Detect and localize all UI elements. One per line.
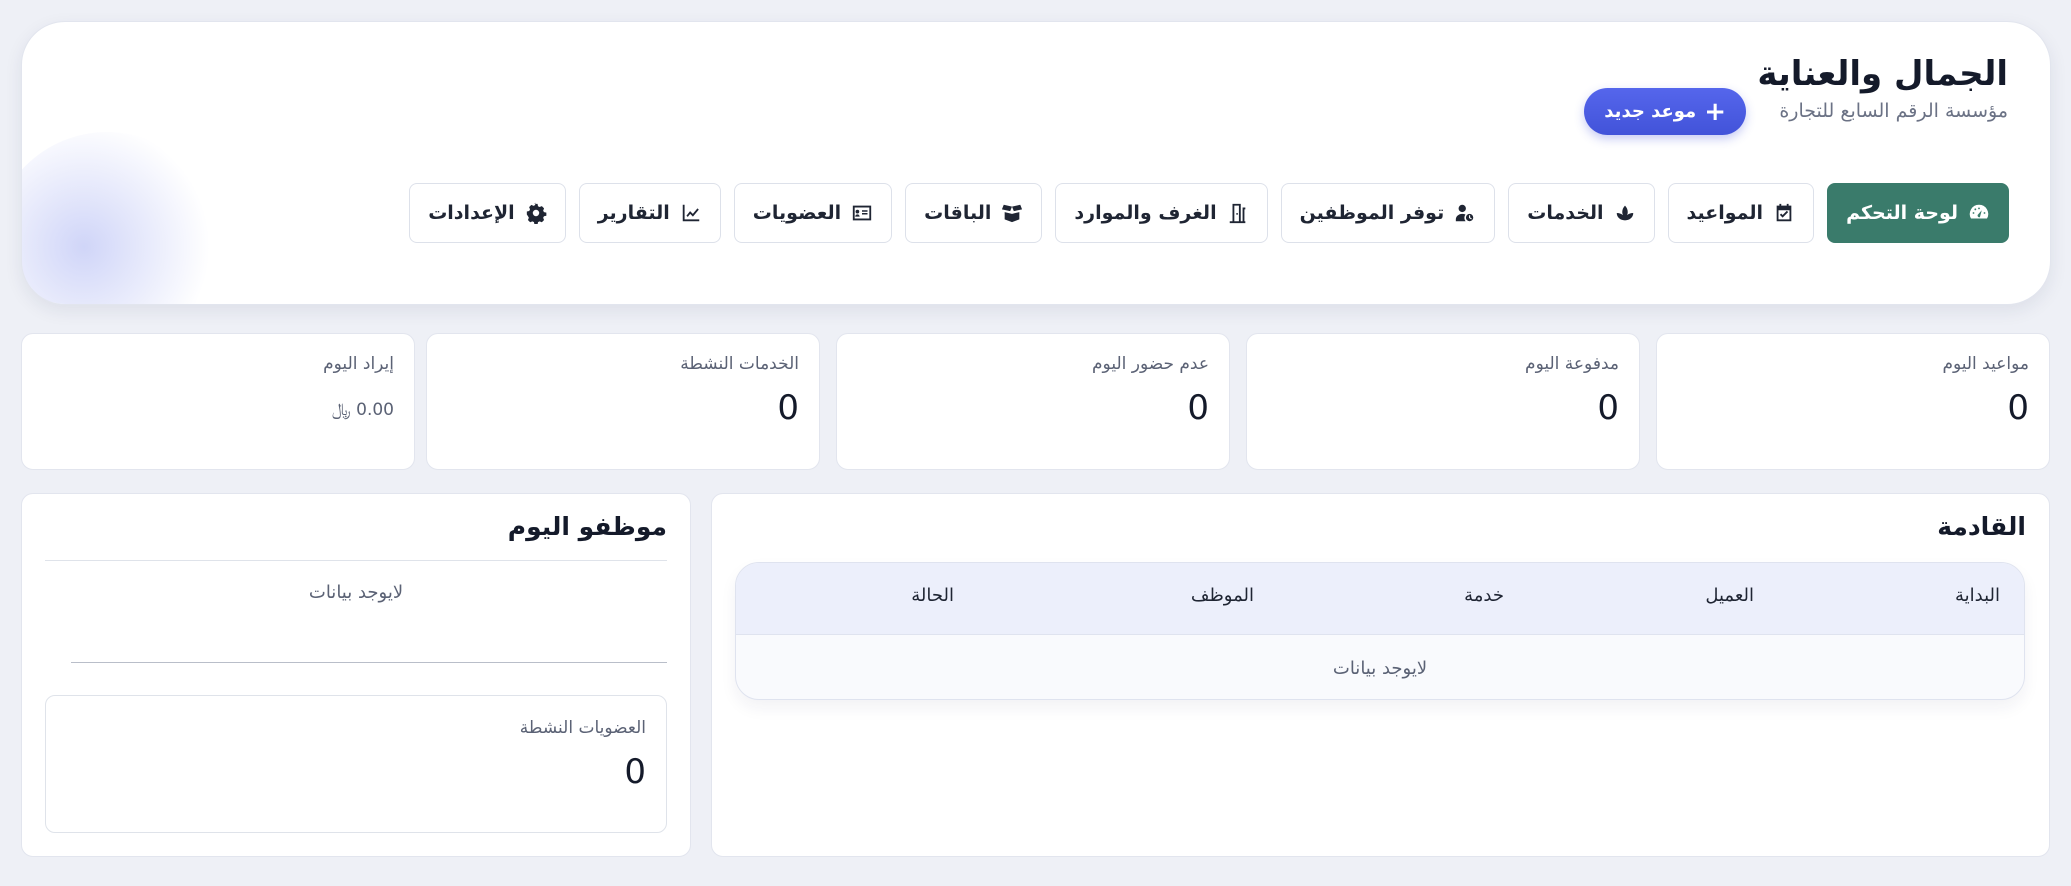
nav-item-services[interactable]: الخدمات [1508, 183, 1655, 243]
active-memberships-card: العضويات النشطة 0 [45, 695, 667, 833]
nav-label: الإعدادات [428, 202, 515, 224]
nav-item-reports[interactable]: التقارير [578, 183, 721, 243]
divider [71, 662, 667, 663]
nav-item-settings[interactable]: الإعدادات [409, 183, 566, 243]
dashboard-gauge-icon [1969, 204, 1989, 219]
upcoming-table: البداية العميل خدمة الموظف الحالة لايوجد… [735, 562, 2025, 700]
stat-card-today-appointments: مواعيد اليوم 0 [1656, 333, 2050, 470]
company-subtitle: مؤسسة الرقم السابع للتجارة [1779, 100, 2008, 123]
nav-label: الباقات [924, 202, 992, 224]
column-header-service[interactable]: خدمة [1464, 585, 1504, 606]
stat-label: مدفوعة اليوم [1525, 354, 1619, 374]
divider [45, 560, 667, 561]
nav-item-dashboard[interactable]: لوحة التحكم [1827, 183, 2009, 243]
stat-value: 0 [1597, 388, 1619, 428]
gear-icon [526, 202, 547, 224]
stat-card-today-revenue: إيراد اليوم 0.00 ﷼ [21, 333, 415, 470]
nav-item-staff-availability[interactable]: توفر الموظفين [1280, 183, 1496, 243]
column-header-start[interactable]: البداية [1955, 585, 2000, 606]
stat-label: عدم حضور اليوم [1092, 354, 1209, 374]
stat-label: الخدمات النشطة [680, 354, 799, 374]
stat-value: 0 [624, 752, 646, 792]
plus-icon: + [1704, 96, 1726, 127]
staff-today-title: موظفو اليوم [507, 512, 667, 541]
table-empty-message: لايوجد بيانات [1332, 657, 1428, 679]
nav-label: العضويات [752, 202, 842, 224]
user-clock-icon [1456, 204, 1474, 222]
nav-item-rooms-resources[interactable]: الغرف والموارد [1055, 183, 1268, 243]
stat-label: العضويات النشطة [519, 718, 646, 738]
column-header-status[interactable]: الحالة [911, 585, 954, 606]
staff-empty-message: لايوجد بيانات [308, 582, 404, 603]
nav-item-memberships[interactable]: العضويات [733, 183, 893, 243]
stat-card-today-no-shows: عدم حضور اليوم 0 [836, 333, 1230, 470]
column-header-client[interactable]: العميل [1705, 585, 1754, 606]
main-nav: لوحة التحكم المواعيد الخدمات توفر الموظف… [409, 183, 2009, 243]
stat-card-today-paid: مدفوعة اليوم 0 [1246, 333, 1640, 470]
decorative-glow [22, 132, 222, 304]
box-open-icon [1002, 204, 1023, 223]
stat-label: مواعيد اليوم [1942, 354, 2029, 374]
header-card: الجمال والعناية مؤسسة الرقم السابع للتجا… [21, 21, 2051, 305]
stat-value: 0.00 ﷼ [331, 400, 394, 420]
nav-item-appointments[interactable]: المواعيد [1667, 183, 1815, 243]
new-appointment-button[interactable]: + موعد جديد [1584, 88, 1746, 135]
id-card-icon [853, 205, 872, 221]
staff-today-panel: موظفو اليوم لايوجد بيانات العضويات النشط… [21, 493, 691, 857]
table-header: البداية العميل خدمة الموظف الحالة [736, 563, 2024, 635]
page-title: الجمال والعناية [1757, 54, 2008, 94]
calendar-check-icon [1776, 203, 1792, 222]
stat-value: 0 [2007, 388, 2029, 428]
door-icon [1229, 203, 1245, 224]
upcoming-title: القادمة [1937, 512, 2026, 541]
new-appointment-label: موعد جديد [1604, 101, 1697, 122]
nav-label: المواعيد [1686, 202, 1764, 224]
stat-label: إيراد اليوم [323, 354, 394, 374]
nav-label: الخدمات [1527, 202, 1604, 224]
nav-label: الغرف والموارد [1074, 202, 1217, 224]
spa-lotus-icon [1616, 205, 1633, 221]
nav-label: لوحة التحكم [1846, 202, 1958, 224]
stat-value: 0 [1187, 388, 1209, 428]
brand-block: الجمال والعناية مؤسسة الرقم السابع للتجا… [1757, 52, 2008, 122]
stat-value: 0 [777, 388, 799, 428]
nav-label: التقارير [597, 202, 670, 224]
nav-item-packages[interactable]: الباقات [905, 183, 1043, 243]
nav-label: توفر الموظفين [1299, 202, 1445, 224]
stat-card-active-services: الخدمات النشطة 0 [426, 333, 820, 470]
chart-line-icon [682, 204, 700, 222]
upcoming-panel: القادمة البداية العميل خدمة الموظف الحال… [711, 493, 2050, 857]
column-header-staff[interactable]: الموظف [1191, 585, 1254, 606]
